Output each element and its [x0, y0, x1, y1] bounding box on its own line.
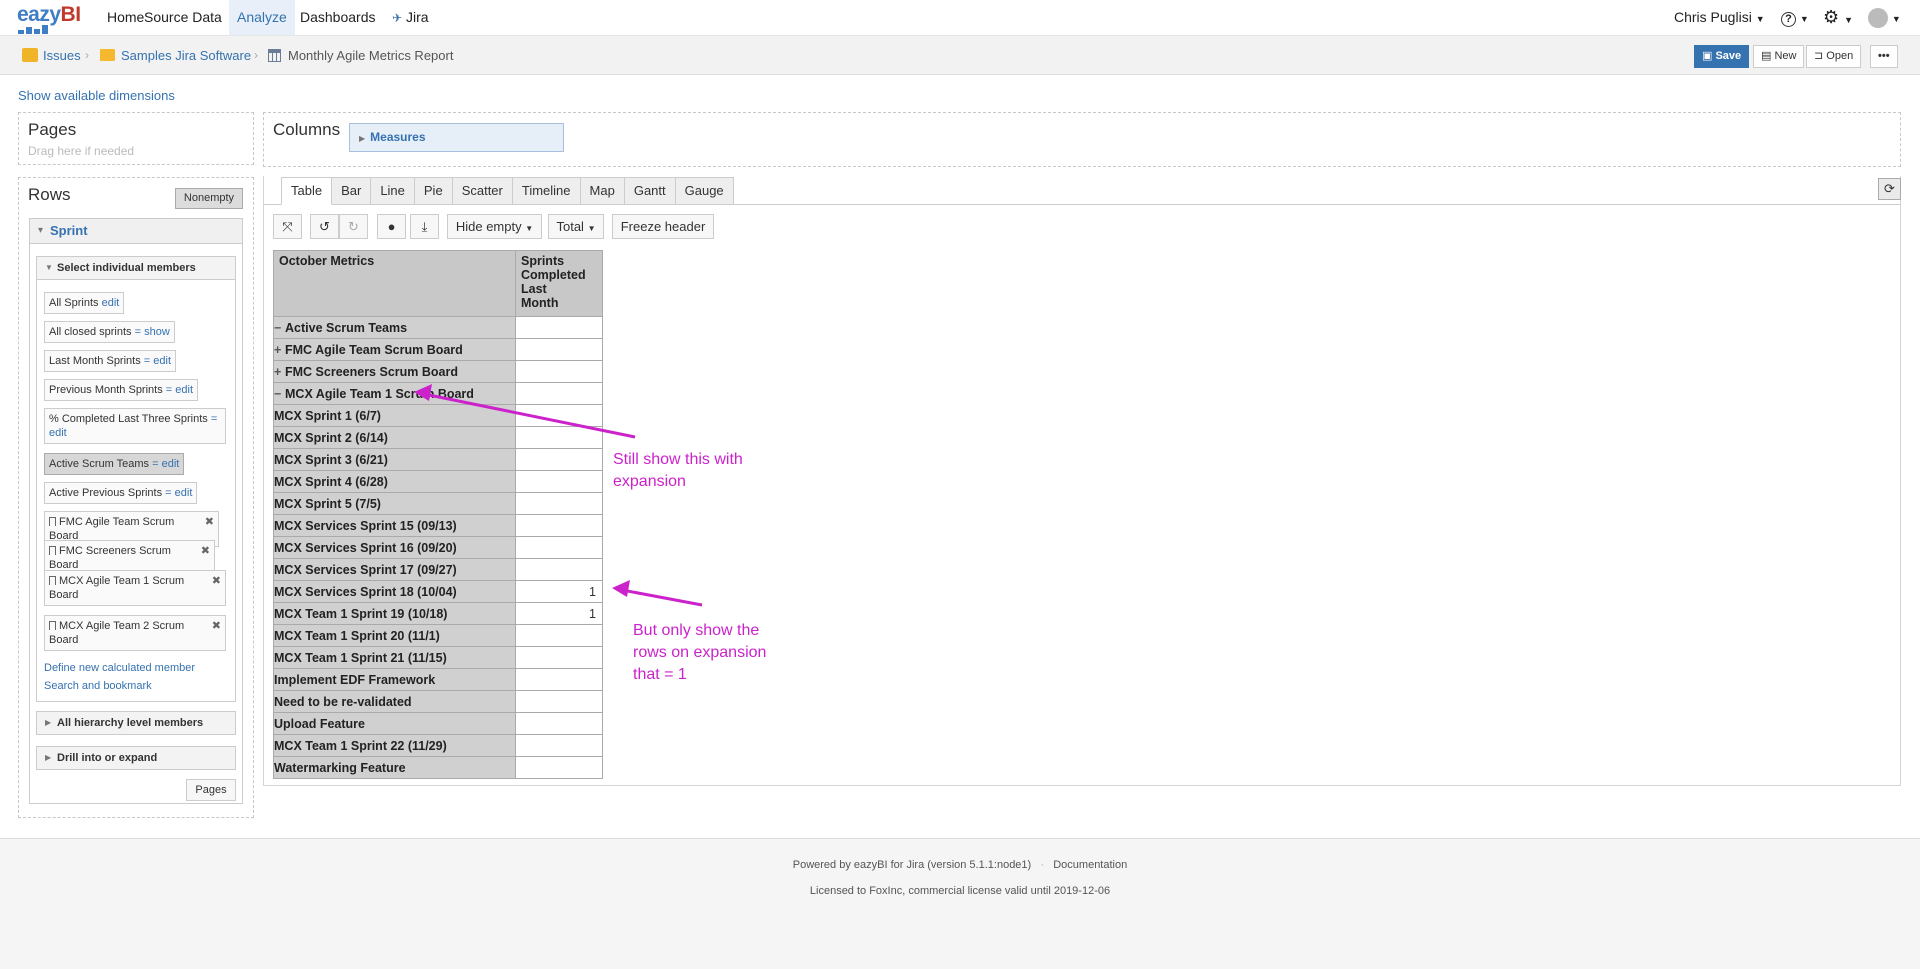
annotation-arrow-2	[621, 588, 703, 607]
footer-powered: Powered by eazyBI for Jira (version 5.1.…	[792, 859, 1128, 871]
annotation-note-1: Still show this with expansion	[613, 451, 743, 490]
annotation-arrows	[414, 384, 703, 607]
annotation-arrowhead-1	[414, 384, 432, 401]
annotation-note-2: But only show the rows on expansion that =…	[633, 622, 767, 683]
footer	[0, 838, 1920, 969]
annotation-arrow-1	[423, 392, 636, 439]
annotation-arrowhead-2	[612, 580, 630, 597]
documentation-link[interactable]: Documentation	[1053, 859, 1127, 871]
footer-license: Licensed to FoxInc, commercial license v…	[809, 885, 1111, 897]
